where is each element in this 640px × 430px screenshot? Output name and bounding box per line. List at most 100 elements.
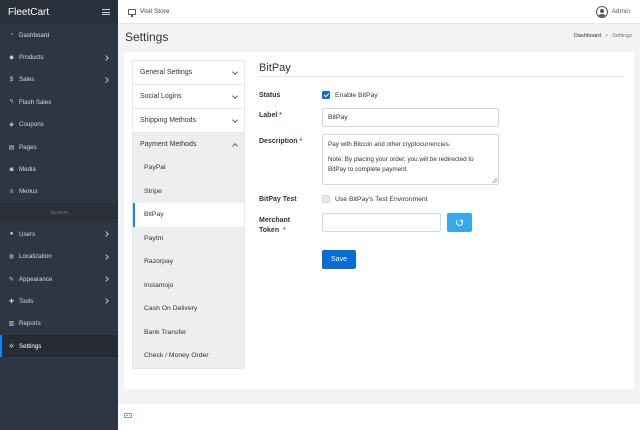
- topbar: Visit Store Admin: [118, 0, 640, 24]
- test-environment-label[interactable]: Use BitPay's Test Environment: [335, 196, 428, 203]
- globe-icon: ◍: [8, 254, 15, 261]
- bars-icon: ≡: [9, 188, 14, 195]
- chevron-right-icon: [103, 54, 109, 61]
- payment-method-stripe[interactable]: Stripe: [133, 180, 244, 204]
- tab-payment-label: Payment Methods: [140, 141, 197, 148]
- tag-icon: ◈: [9, 122, 14, 129]
- sidebar-item-coupons[interactable]: ◈ Coupons: [0, 114, 118, 136]
- sidebar-item-label: Reports: [19, 320, 41, 328]
- description-textarea[interactable]: Pay with Bitcoin and other cryptocurrenc…: [322, 134, 499, 185]
- payment-method-bank-transfer[interactable]: Bank Transfer: [133, 321, 244, 345]
- sidebar-item-label: Media: [19, 166, 36, 174]
- sidebar-item-localization[interactable]: ◍ Localization: [0, 246, 118, 268]
- payment-method-razorpay[interactable]: Razorpay: [133, 250, 244, 274]
- bolt-icon: ϟ: [9, 99, 14, 106]
- form-divider: [259, 76, 624, 77]
- sidebar-item-label: Tools: [19, 297, 34, 305]
- dashboard-icon: ◔: [9, 32, 14, 39]
- sidebar-item-label: Appearance: [19, 275, 53, 283]
- label-field-text: Label: [259, 112, 278, 119]
- merchant-token-input[interactable]: [322, 213, 441, 232]
- resize-handle-icon[interactable]: [492, 178, 497, 183]
- user-avatar-icon: [595, 5, 608, 18]
- page-title: Settings: [125, 30, 169, 44]
- tab-payment-methods[interactable]: Payment Methods: [132, 132, 245, 156]
- breadcrumb-home[interactable]: Dashboard: [574, 33, 601, 39]
- desktop-icon: [128, 8, 136, 17]
- sidebar-item-menus[interactable]: ≡ Menus: [0, 181, 118, 203]
- payment-method-check-money-order[interactable]: Check / Money Order: [133, 344, 244, 368]
- merchant-token-label: Merchant Token *: [259, 216, 290, 236]
- sidebar-item-dashboard[interactable]: ◔ Dashboard: [0, 24, 118, 46]
- cogs-icon: ✲: [8, 343, 15, 350]
- sidebar-item-label: Settings: [19, 342, 42, 350]
- description-line: Pay with Bitcoin and other cryptocurrenc…: [328, 141, 451, 148]
- payment-method-cash-on-delivery[interactable]: Cash On Delivery: [133, 297, 244, 321]
- payment-method-paypal[interactable]: PayPal: [133, 156, 244, 180]
- user-menu[interactable]: Admin: [595, 5, 630, 18]
- sidebar-item-users[interactable]: ● Users: [0, 223, 118, 245]
- sidebar-nav: ◔ Dashboard ◆ Products $ Sales ϟ Flash Sales ◈ Co…: [0, 24, 118, 203]
- payment-method-instamojo[interactable]: Instamojo: [133, 274, 244, 298]
- tab-shipping-methods[interactable]: Shipping Methods: [132, 108, 245, 132]
- tab-shipping-label: Shipping Methods: [140, 117, 197, 124]
- camera-icon: ◙: [9, 166, 14, 173]
- sidebar-item-media[interactable]: ◙ Media: [0, 158, 118, 180]
- required-mark: *: [279, 112, 282, 119]
- sidebar-item-label: Sales: [19, 76, 35, 84]
- sidebar-item-reports[interactable]: ▥ Reports: [0, 313, 118, 335]
- merchant-token-text: Merchant: [259, 217, 291, 224]
- file-icon: ▤: [8, 144, 15, 151]
- visit-store-label: Visit Store: [140, 8, 170, 15]
- brand-name: FleetCart: [8, 6, 50, 18]
- label-input[interactable]: BitPay: [322, 108, 499, 127]
- chevron-right-icon: [103, 253, 109, 260]
- bitpay-test-label: BitPay Test: [259, 196, 297, 203]
- status-label: Status: [259, 92, 281, 99]
- enable-bitpay-label[interactable]: Enable BitPay: [335, 92, 378, 99]
- wrench-icon: ✚: [8, 298, 15, 305]
- sidebar-item-label: Localization: [19, 253, 52, 261]
- enable-bitpay-checkbox[interactable]: [322, 91, 330, 99]
- tab-social-logins[interactable]: Social Logins: [132, 84, 245, 108]
- sidebar-item-pages[interactable]: ▤ Pages: [0, 136, 118, 158]
- form-title: BitPay: [259, 62, 291, 74]
- sidebar-item-label: Flash Sales: [19, 98, 52, 106]
- chevron-right-icon: [103, 231, 109, 238]
- breadcrumb-separator: >: [604, 33, 609, 39]
- description-line: Note: By placing your order, you will be…: [328, 156, 474, 163]
- merchant-token-text: Token: [259, 227, 280, 234]
- description-field-text: Description: [259, 138, 298, 145]
- chevron-right-icon: [103, 276, 109, 282]
- users-icon: ●: [9, 231, 14, 238]
- visit-store-link[interactable]: Visit Store: [128, 8, 170, 17]
- sidebar-item-settings[interactable]: ✲ Settings: [0, 335, 118, 358]
- footer: [118, 404, 640, 430]
- test-environment-checkbox[interactable]: [322, 195, 330, 203]
- payment-methods-list: PayPal Stripe BitPay Paytm Razorpay Instamojo…: [132, 156, 245, 369]
- payment-method-bitpay[interactable]: BitPay: [133, 203, 244, 227]
- menu-toggle-icon[interactable]: [102, 9, 110, 15]
- dollar-icon: $: [9, 76, 14, 83]
- description-field-label: Description *: [259, 138, 302, 145]
- sidebar-item-label: Menus: [19, 188, 38, 196]
- chevron-right-icon: [103, 298, 109, 305]
- sidebar-item-products[interactable]: ◆ Products: [0, 46, 118, 68]
- settings-card: General Settings Social Logins Shipping …: [124, 52, 634, 389]
- save-button[interactable]: Save: [322, 250, 356, 269]
- bar-chart-icon: ▥: [8, 321, 15, 328]
- chevron-down-icon: [232, 92, 238, 99]
- sidebar-item-appearance[interactable]: ✎ Appearance: [0, 268, 118, 290]
- sidebar-item-tools[interactable]: ✚ Tools: [0, 290, 118, 312]
- payment-method-paytm[interactable]: Paytm: [133, 227, 244, 251]
- sidebar-item-sales[interactable]: $ Sales: [0, 69, 118, 91]
- keyboard-icon[interactable]: [124, 413, 132, 418]
- tab-general-settings[interactable]: General Settings: [132, 60, 245, 84]
- sidebar-item-flash-sales[interactable]: ϟ Flash Sales: [0, 91, 118, 113]
- sidebar-item-label: Products: [19, 54, 44, 62]
- sidebar-item-label: Dashboard: [19, 31, 50, 39]
- paint-brush-icon: ✎: [8, 276, 15, 283]
- breadcrumb-current: Settings: [612, 33, 632, 39]
- generate-token-button[interactable]: [447, 213, 472, 232]
- sidebar-item-label: Users: [19, 230, 36, 238]
